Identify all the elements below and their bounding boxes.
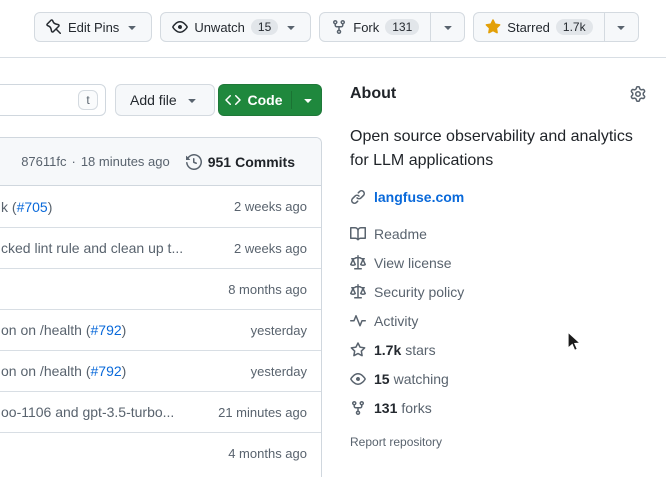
- fork-label: Fork: [353, 20, 379, 35]
- shortcut-key-badge: t: [78, 90, 98, 110]
- starred-button[interactable]: Starred 1.7k: [474, 13, 603, 41]
- code-label: Code: [248, 92, 283, 108]
- about-section: About Open source observability and anal…: [350, 85, 646, 449]
- commit-date: yesterday: [251, 323, 307, 338]
- pin-icon: [46, 19, 62, 35]
- activity-link[interactable]: Activity: [350, 306, 646, 335]
- repo-action-bar: Edit Pins Unwatch 15 Fork 131 Starred 1.…: [34, 12, 639, 42]
- stars-count: 1.7k: [374, 342, 401, 358]
- commits-label: Commits: [235, 154, 295, 170]
- file-table: 87611fc · 18 minutes ago 951 Commits k (…: [0, 137, 322, 477]
- commit-hash: 87611fc: [21, 154, 66, 169]
- edit-pins-button[interactable]: Edit Pins: [34, 12, 152, 42]
- table-row: k (#705) 2 weeks ago: [0, 186, 321, 227]
- issue-link[interactable]: #792: [91, 322, 122, 338]
- stars-link[interactable]: 1.7kstars: [350, 335, 646, 364]
- commit-date: yesterday: [251, 364, 307, 379]
- security-policy-link[interactable]: Security policy: [350, 277, 646, 306]
- website-row: langfuse.com: [350, 189, 646, 205]
- fork-button-group: Fork 131: [319, 12, 465, 42]
- commit-date: 21 minutes ago: [218, 405, 307, 420]
- table-row: on on /health (#792) yesterday: [0, 309, 321, 350]
- pulse-icon: [350, 313, 366, 329]
- unwatch-label: Unwatch: [194, 20, 245, 35]
- watching-link[interactable]: 15watching: [350, 364, 646, 393]
- table-row: 8 months ago: [0, 268, 321, 309]
- table-row: 4 months ago: [0, 432, 321, 473]
- commit-message[interactable]: on on /health (#792): [1, 322, 239, 338]
- issue-link[interactable]: #792: [91, 363, 122, 379]
- star-dropdown-button[interactable]: [604, 13, 638, 41]
- history-icon: [186, 154, 202, 170]
- commit-time: 18 minutes ago: [81, 154, 170, 169]
- commit-message[interactable]: cked lint rule and clean up t...: [1, 240, 222, 256]
- watching-count: 15: [374, 371, 390, 387]
- fork-icon: [350, 400, 366, 416]
- fork-button[interactable]: Fork 131: [320, 13, 430, 41]
- dropdown-caret-icon: [440, 19, 456, 35]
- law-icon: [350, 255, 366, 271]
- header-separator: [0, 57, 666, 58]
- book-icon: [350, 226, 366, 242]
- website-link[interactable]: langfuse.com: [374, 189, 464, 205]
- add-file-button[interactable]: Add file: [115, 84, 215, 116]
- star-filled-icon: [485, 19, 501, 35]
- code-icon: [225, 92, 241, 108]
- commits-count: 951: [208, 154, 231, 170]
- edit-pins-label: Edit Pins: [68, 20, 119, 35]
- fork-dropdown-button[interactable]: [430, 13, 464, 41]
- commit-message[interactable]: k (#705): [1, 199, 222, 215]
- watch-count-badge: 15: [251, 19, 278, 35]
- latest-commit-link[interactable]: 87611fc · 18 minutes ago: [21, 154, 170, 169]
- dropdown-caret-icon[interactable]: [300, 92, 316, 108]
- gear-icon[interactable]: [630, 86, 646, 102]
- law-icon: [350, 284, 366, 300]
- commit-date: 2 weeks ago: [234, 241, 307, 256]
- eye-icon: [172, 19, 188, 35]
- forks-count: 131: [374, 400, 397, 416]
- star-button-group: Starred 1.7k: [473, 12, 638, 42]
- add-file-label: Add file: [130, 92, 177, 108]
- go-to-file-input[interactable]: t: [0, 84, 106, 116]
- star-icon: [350, 342, 366, 358]
- commit-message[interactable]: oo-1106 and gpt-3.5-turbo...: [1, 404, 206, 420]
- dropdown-caret-icon: [283, 19, 299, 35]
- table-row: oo-1106 and gpt-3.5-turbo... 21 minutes …: [0, 391, 321, 432]
- issue-link[interactable]: #705: [17, 199, 48, 215]
- fork-count-badge: 131: [385, 19, 419, 35]
- dropdown-caret-icon: [124, 19, 140, 35]
- commit-date: 8 months ago: [228, 282, 307, 297]
- about-title: About: [350, 85, 396, 103]
- mouse-cursor: [566, 331, 582, 353]
- forks-link[interactable]: 131forks: [350, 393, 646, 422]
- readme-link[interactable]: Readme: [350, 219, 646, 248]
- license-link[interactable]: View license: [350, 248, 646, 277]
- star-count-badge: 1.7k: [556, 19, 593, 35]
- eye-icon: [350, 371, 366, 387]
- link-icon: [350, 189, 366, 205]
- fork-icon: [331, 19, 347, 35]
- commit-history-link[interactable]: 951 Commits: [186, 154, 295, 170]
- starred-label: Starred: [507, 20, 550, 35]
- unwatch-button[interactable]: Unwatch 15: [160, 12, 311, 42]
- code-button[interactable]: Code: [218, 84, 322, 116]
- dropdown-caret-icon: [613, 19, 629, 35]
- dropdown-caret-icon: [184, 92, 200, 108]
- about-meta-list: Readme View license Security policy Acti…: [350, 219, 646, 422]
- commit-separator: ·: [71, 154, 75, 169]
- report-repository-link[interactable]: Report repository: [350, 435, 646, 449]
- repo-description: Open source observability and analytics …: [350, 125, 646, 173]
- latest-commit-bar: 87611fc · 18 minutes ago 951 Commits: [0, 138, 321, 186]
- commit-date: 4 months ago: [228, 446, 307, 461]
- commit-message[interactable]: on on /health (#792): [1, 363, 239, 379]
- table-row: on on /health (#792) yesterday: [0, 350, 321, 391]
- commit-date: 2 weeks ago: [234, 199, 307, 214]
- code-button-divider: [291, 91, 292, 109]
- table-row: cked lint rule and clean up t... 2 weeks…: [0, 227, 321, 268]
